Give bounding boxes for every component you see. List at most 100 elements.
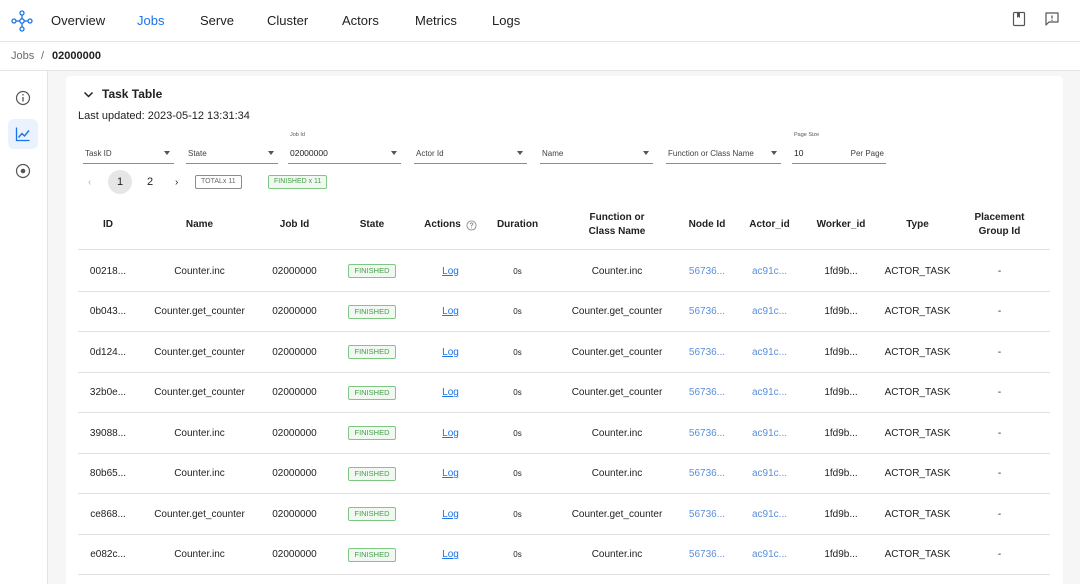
task-id-filter[interactable]: Task ID: [83, 138, 174, 164]
cell-placement-group: -: [997, 387, 1002, 398]
col-actor-id: Actor_id: [749, 219, 790, 230]
cell-node-id-link[interactable]: 56736...: [684, 251, 730, 291]
task-id-filter-label: Task ID: [85, 149, 112, 158]
cell-node-id-link[interactable]: 56736...: [684, 373, 730, 413]
cell-type: ACTOR_TASK: [884, 346, 951, 358]
col-duration: Duration: [496, 219, 539, 230]
cell-log-link[interactable]: Log: [416, 251, 485, 291]
page-size-input[interactable]: Page Size 10 Per Page: [792, 132, 886, 164]
function-name-filter[interactable]: Function or Class Name: [666, 138, 781, 164]
cell-node-id-link[interactable]: 56736...: [684, 332, 730, 372]
cell-actor-id-link[interactable]: ac91c...: [730, 535, 809, 575]
nav-serve[interactable]: Serve: [200, 13, 234, 28]
chevron-down-icon[interactable]: [83, 89, 94, 100]
cell-name: Counter.get_counter: [154, 346, 245, 358]
cell-actor-id-link[interactable]: ac91c...: [730, 413, 809, 453]
col-job-id: Job Id: [279, 219, 310, 230]
finished-count-tag[interactable]: FINISHED x 11: [268, 175, 328, 189]
breadcrumb-separator: /: [41, 50, 45, 62]
cell-name: Counter.get_counter: [154, 387, 245, 398]
cell-job-id: 02000000: [272, 549, 317, 560]
job-id-filter[interactable]: Job Id 02000000: [288, 132, 401, 164]
cell-node-id-link[interactable]: 56736...: [684, 454, 730, 494]
cell-actor-id-link[interactable]: ac91c...: [730, 332, 809, 372]
docs-icon[interactable]: [1011, 11, 1027, 27]
cell-node-id-link[interactable]: 56736...: [684, 413, 730, 453]
cell-job-id: 02000000: [272, 265, 317, 277]
help-icon[interactable]: [466, 219, 477, 231]
dropdown-caret-icon: [268, 151, 274, 155]
cell-log-link[interactable]: Log: [416, 535, 485, 575]
cell-type: ACTOR_TASK: [884, 387, 951, 398]
col-node-id: Node Id: [688, 219, 726, 230]
cell-actor-id-link[interactable]: ac91c...: [730, 251, 809, 291]
cell-log-link[interactable]: Log: [416, 413, 485, 453]
actor-id-filter-label: Actor Id: [416, 149, 444, 158]
sidebar-chart-button[interactable]: [8, 119, 38, 149]
cell-name: Counter.inc: [174, 549, 225, 560]
nav-actors[interactable]: Actors: [342, 13, 379, 28]
cell-state: FINISHED: [328, 454, 416, 494]
cell-actor-id-link[interactable]: ac91c...: [730, 373, 809, 413]
pagination-prev-button[interactable]: ‹: [88, 177, 91, 188]
status-badge: FINISHED: [348, 507, 396, 521]
name-filter-label: Name: [542, 149, 564, 158]
cell-node-id-link[interactable]: 56736...: [684, 292, 730, 332]
pagination-next-button[interactable]: ›: [175, 177, 178, 188]
cell-function: Counter.get_counter: [571, 508, 663, 520]
dropdown-caret-icon: [164, 151, 170, 155]
nav-logs[interactable]: Logs: [492, 13, 520, 28]
table-row: 39088... Counter.inc 02000000 FINISHED Log 0s…: [78, 413, 1050, 454]
table-row: 32b0e... Counter.get_counter 02000000 FINIS…: [78, 373, 1050, 413]
cell-log-link[interactable]: Log: [416, 494, 485, 534]
sidebar-target-button[interactable]: [8, 156, 38, 186]
cell-duration: 0s: [513, 550, 522, 559]
ray-logo-icon[interactable]: [10, 9, 34, 33]
status-badge: FINISHED: [348, 304, 396, 319]
cell-duration: 0s: [513, 388, 522, 397]
cell-log-link[interactable]: Log: [416, 332, 485, 372]
nav-jobs[interactable]: Jobs: [137, 13, 164, 28]
state-filter-label: State: [188, 149, 207, 158]
breadcrumb-jobs-link[interactable]: Jobs: [11, 50, 34, 62]
name-filter[interactable]: Name: [540, 138, 653, 164]
cell-node-id-link[interactable]: 56736...: [684, 494, 730, 534]
cell-actor-id-link[interactable]: ac91c...: [730, 494, 809, 534]
cell-name: Counter.inc: [174, 427, 225, 439]
cell-log-link[interactable]: Log: [416, 454, 485, 494]
state-filter[interactable]: State: [186, 138, 278, 164]
feedback-icon[interactable]: [1044, 11, 1060, 27]
section-title: Task Table: [102, 87, 163, 101]
cell-log-link[interactable]: Log: [416, 373, 485, 413]
cell-worker-id: 1fd9b...: [824, 427, 858, 439]
cell-state: FINISHED: [328, 535, 416, 575]
job-id-filter-value: 02000000: [290, 148, 328, 158]
status-badge: FINISHED: [348, 345, 396, 359]
col-worker-id: Worker_id: [816, 219, 866, 230]
cell-actor-id-link[interactable]: ac91c...: [730, 454, 809, 494]
pagination-page-1[interactable]: 1: [108, 170, 132, 194]
pagination-page-2[interactable]: 2: [138, 170, 162, 194]
cell-log-link[interactable]: Log: [416, 292, 485, 332]
cell-type: ACTOR_TASK: [884, 549, 951, 560]
sidebar: [0, 71, 48, 584]
page-size-value: 10: [794, 148, 804, 158]
cell-id: ce868...: [90, 508, 126, 520]
cell-duration: 0s: [513, 428, 522, 438]
cell-actor-id-link[interactable]: ac91c...: [730, 292, 809, 332]
nav-cluster[interactable]: Cluster: [267, 13, 308, 28]
cell-type: ACTOR_TASK: [884, 427, 951, 439]
total-count-tag[interactable]: TOTALx 11: [195, 175, 242, 189]
actor-id-filter[interactable]: Actor Id: [414, 138, 527, 164]
cell-placement-group: -: [997, 265, 1002, 277]
sidebar-info-button[interactable]: [8, 83, 38, 113]
nav-metrics[interactable]: Metrics: [415, 13, 457, 28]
cell-node-id-link[interactable]: 56736...: [684, 535, 730, 575]
status-badge: FINISHED: [348, 264, 396, 278]
status-badge: FINISHED: [348, 547, 396, 562]
cell-worker-id: 1fd9b...: [824, 346, 858, 358]
nav-overview[interactable]: Overview: [51, 13, 105, 28]
cell-job-id: 02000000: [272, 468, 317, 479]
cell-id: 0b043...: [89, 306, 127, 317]
cell-name: Counter.get_counter: [154, 508, 245, 520]
